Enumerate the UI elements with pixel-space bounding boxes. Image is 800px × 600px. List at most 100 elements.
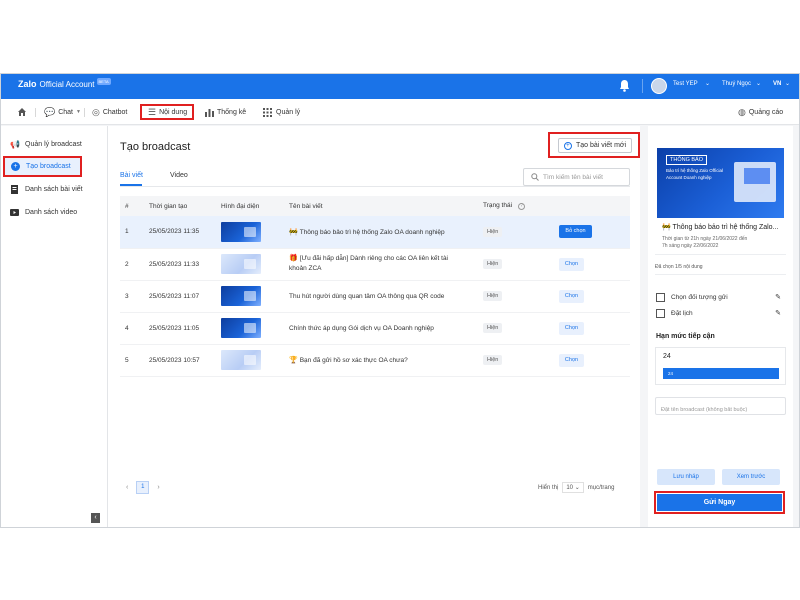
pencil-icon[interactable]: ✎ — [775, 293, 781, 301]
row-status: Hiện — [478, 312, 554, 345]
title-text-line2: khoản ZCA — [289, 265, 322, 272]
table-row[interactable]: 4 25/05/2023 11:05 Chính thức áp dụng Gó… — [120, 312, 630, 345]
row-thumbnail — [216, 248, 284, 281]
save-draft-button[interactable]: Lưu nháp — [657, 469, 715, 485]
plus-icon: + — [563, 141, 572, 150]
title-text: Thu hút người dùng quan tâm OA thông qua… — [289, 292, 445, 300]
broadcast-name-input[interactable] — [661, 402, 781, 418]
pencil-icon[interactable]: ✎ — [775, 309, 781, 317]
tab-video[interactable]: Video — [170, 172, 188, 179]
next-page-icon[interactable]: › — [157, 484, 159, 491]
page-title: Tạo broadcast — [120, 141, 191, 153]
chevron-down-icon[interactable]: ⌄ — [705, 80, 710, 87]
row-time: 25/05/2023 10:57 — [144, 344, 216, 377]
nav-home[interactable] — [17, 104, 27, 120]
row-thumbnail — [216, 312, 284, 345]
divider — [655, 254, 786, 255]
meta-line-1: Thời gian từ 21h ngày 21/06/2022 đến — [662, 236, 748, 242]
preview-image: THÔNG BÁO Bảo trì hệ thống Zalo Official… — [657, 148, 784, 218]
preview-text: Bảo trì hệ thống Zalo Official Account D… — [666, 168, 723, 180]
search-icon — [531, 173, 539, 181]
chevron-down-icon[interactable]: ⌄ — [756, 80, 761, 87]
posts-table: # Thời gian tạo Hình đại diện Tên bài vi… — [120, 196, 630, 377]
post-thumbnail — [221, 221, 261, 242]
logo-subtitle: Official Account — [39, 79, 95, 89]
chatbot-icon: ◎ — [92, 106, 100, 117]
schedule-option[interactable]: Đặt lịch ✎ — [656, 307, 786, 319]
document-icon — [11, 184, 18, 194]
nav-ads[interactable]: ◍ Quảng cáo — [738, 104, 783, 120]
table-row[interactable]: 2 25/05/2023 11:33 🎁 [Ưu đãi hấp dẫn] Dàn… — [120, 248, 630, 281]
preview-button[interactable]: Xem trước — [722, 469, 780, 485]
chevron-down-icon[interactable]: ⌄ — [785, 80, 790, 87]
post-thumbnail — [221, 254, 261, 274]
row-title: 🏆 Bạn đã gửi hồ sơ xác thực OA chưa? — [284, 344, 478, 377]
title-text: Bạn đã gửi hồ sơ xác thực OA chưa? — [299, 357, 408, 364]
checkbox[interactable] — [656, 292, 665, 302]
language-selector[interactable]: VN — [773, 81, 781, 87]
nav-chatbot[interactable]: ◎ Chatbot — [92, 104, 127, 120]
table-row[interactable]: 3 25/05/2023 11:07 Thu hút người dùng qu… — [120, 280, 630, 313]
chevron-down-icon: ⌄ — [574, 485, 580, 491]
row-time: 25/05/2023 11:07 — [144, 280, 216, 313]
chat-icon: 💬 — [44, 106, 56, 117]
table-row[interactable]: 5 25/05/2023 10:57 🏆 Bạn đã gửi hồ sơ xác… — [120, 344, 630, 377]
main-panel: Tạo broadcast + Tạo bài viết mới Bài viế… — [108, 126, 640, 528]
bell-icon[interactable] — [619, 79, 630, 92]
column-header: Thời gian tạo — [144, 196, 216, 216]
sidebar-item-posts[interactable]: Danh sách bài viết — [0, 180, 108, 198]
construction-icon: 🚧 — [662, 224, 671, 231]
page-size-value: 10 — [566, 485, 574, 491]
sidebar-item-broadcast-manage[interactable]: 📢 Quản lý broadcast — [0, 135, 108, 153]
select-button[interactable]: Chọn — [559, 257, 584, 271]
status-badge: Hiện — [483, 226, 503, 237]
row-title: Thu hút người dùng quan tâm OA thông qua… — [284, 280, 478, 313]
row-action: Chọn — [554, 248, 630, 281]
avatar[interactable] — [651, 78, 667, 94]
deselect-button[interactable]: Bỏ chọn — [559, 225, 592, 239]
selected-count: Đã chọn 1/5 nội dung — [655, 264, 703, 270]
create-post-button[interactable]: + Tạo bài viết mới — [558, 138, 632, 153]
selected-post-title-text: Thông báo bảo trì hệ thống Zalo... — [672, 224, 779, 231]
table-header: # Thời gian tạo Hình đại diện Tên bài vi… — [120, 196, 630, 216]
sidebar-item-create-broadcast[interactable]: + Tạo broadcast — [3, 156, 82, 177]
table-row[interactable]: 1 25/05/2023 11:35 🚧 Thông báo bảo trì hệ… — [120, 216, 630, 249]
sidebar: 📢 Quản lý broadcast + Tạo broadcast Danh… — [0, 126, 108, 528]
sidebar-item-label: Danh sách bài viết — [25, 185, 83, 193]
nav-manage[interactable]: Quản lý — [263, 104, 300, 120]
nav-chat[interactable]: 💬 Chat ▼ — [44, 104, 81, 120]
nav-manage-label: Quản lý — [276, 108, 301, 116]
choose-target-option[interactable]: Chọn đối tượng gửi ✎ — [656, 291, 786, 303]
plus-circle-icon: + — [11, 162, 20, 171]
select-button[interactable]: Chọn — [559, 353, 584, 367]
checkbox[interactable] — [656, 308, 665, 318]
send-now-button[interactable]: Gửi Ngay — [657, 494, 782, 511]
page-size-select[interactable]: 10 ⌄ — [562, 482, 584, 493]
video-icon — [10, 208, 19, 216]
page-number[interactable]: 1 — [136, 481, 150, 494]
row-title: 🚧 Thông báo bảo trì hệ thống Zalo OA doan… — [284, 216, 478, 249]
user-name[interactable]: Test YEP — [673, 81, 698, 87]
search-input[interactable] — [543, 173, 623, 181]
collapse-sidebar-button[interactable]: ‹ — [91, 513, 100, 523]
search-box[interactable] — [523, 168, 630, 186]
reach-limit-bar: 24 — [663, 368, 779, 379]
sidebar-item-videos[interactable]: Danh sách video — [0, 203, 108, 221]
topbar-divider — [642, 79, 643, 93]
nav-content[interactable]: ☰ Nội dung — [140, 104, 194, 120]
broadcast-name-field[interactable] — [655, 397, 786, 418]
nav-stats[interactable]: Thống kê — [205, 104, 246, 120]
row-number: 3 — [120, 280, 144, 313]
status-badge: Hiện — [483, 323, 503, 333]
help-icon[interactable]: ? — [517, 203, 525, 210]
select-button[interactable]: Chọn — [559, 321, 584, 335]
grid-icon — [263, 107, 272, 117]
nav-chatbot-label: Chatbot — [102, 108, 128, 116]
prev-page-icon[interactable]: ‹ — [126, 484, 128, 491]
account-name[interactable]: Thuý Ngọc — [722, 81, 751, 87]
tab-posts[interactable]: Bài viết — [120, 172, 143, 179]
select-button[interactable]: Chọn — [559, 289, 584, 303]
sidebar-item-label: Danh sách video — [25, 208, 78, 216]
post-thumbnail — [221, 318, 261, 338]
logo[interactable]: Zalo Official Account BETA — [18, 77, 111, 89]
